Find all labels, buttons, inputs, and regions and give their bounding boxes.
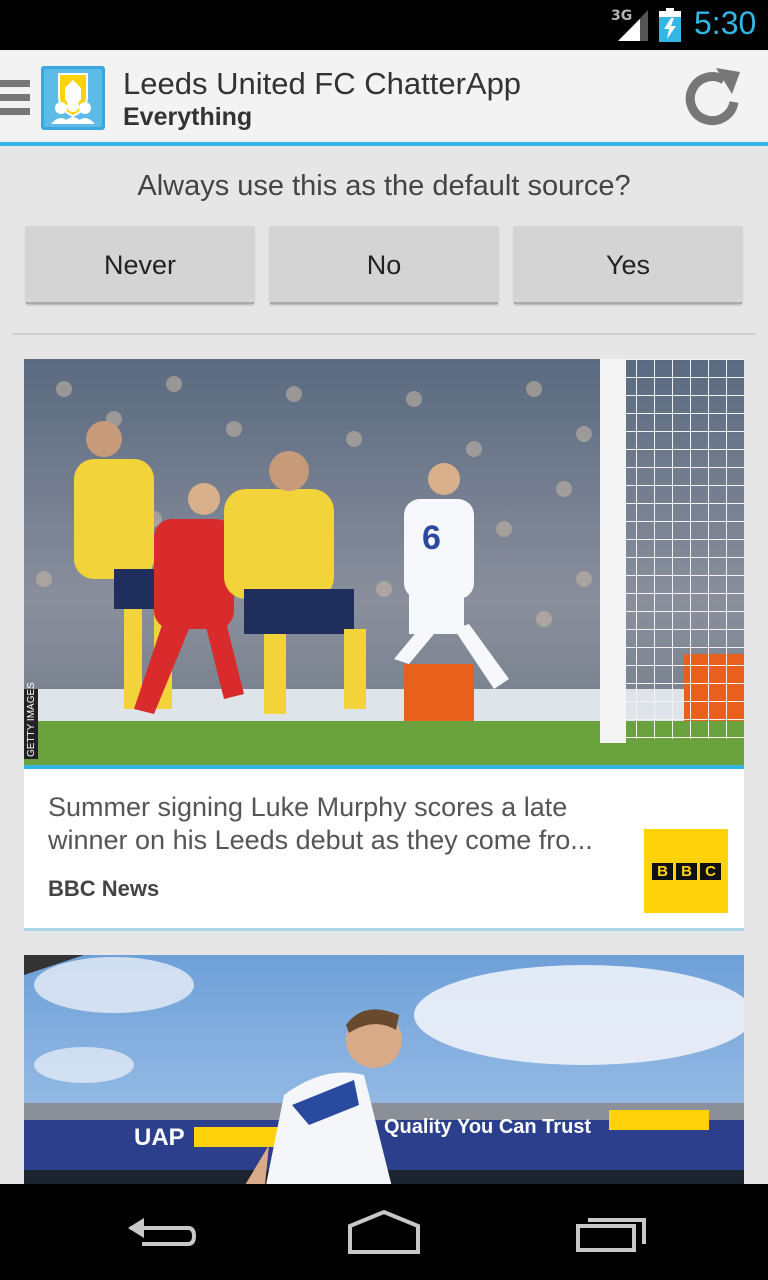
divider xyxy=(12,333,756,335)
news-card[interactable]: 6 GETTY IMAGES Summer signing Luke Murph… xyxy=(24,359,744,931)
yes-button[interactable]: Yes xyxy=(514,226,742,304)
bbc-logo-icon: B B C xyxy=(644,829,728,913)
refresh-icon[interactable] xyxy=(680,64,746,130)
svg-text:6: 6 xyxy=(422,519,441,557)
status-bar: 3G 5:30 xyxy=(0,0,768,50)
bbc-logo-letter: B xyxy=(652,863,673,880)
headline-line-2: winner on his Leeds debut as they come f… xyxy=(48,825,593,855)
app-title: Leeds United FC ChatterApp xyxy=(123,66,522,101)
never-button[interactable]: Never xyxy=(26,226,254,304)
navigation-bar xyxy=(0,1184,768,1280)
back-icon[interactable] xyxy=(120,1204,200,1260)
battery-charging-icon xyxy=(659,8,681,42)
app-logo-icon[interactable] xyxy=(41,66,105,130)
news-photo[interactable]: UAP Quality You Can Trust xyxy=(24,955,744,1195)
home-icon[interactable] xyxy=(344,1204,424,1260)
news-card[interactable]: UAP Quality You Can Trust xyxy=(24,955,744,1195)
default-source-question: Always use this as the default source? xyxy=(137,170,631,202)
drawer-menu-icon[interactable] xyxy=(0,78,32,118)
source-name: BBC News xyxy=(48,876,160,901)
action-bar: Leeds United FC ChatterApp Everything xyxy=(0,50,768,146)
svg-text:UAP: UAP xyxy=(134,1124,185,1151)
bbc-logo-letter: B xyxy=(676,863,697,880)
headline[interactable]: Summer signing Luke Murphy scores a late… xyxy=(48,791,618,857)
image-credit: GETTY IMAGES xyxy=(26,682,37,757)
news-photo[interactable]: 6 GETTY IMAGES xyxy=(24,359,744,765)
no-button[interactable]: No xyxy=(270,226,498,304)
bbc-logo-letter: C xyxy=(700,863,721,880)
signal-icon xyxy=(618,10,648,41)
headline-line-1: Summer signing Luke Murphy scores a late xyxy=(48,792,568,822)
stadium-banner: Quality You Can Trust xyxy=(384,1116,591,1138)
image-separator xyxy=(24,765,744,769)
recent-apps-icon[interactable] xyxy=(570,1204,650,1260)
clock: 5:30 xyxy=(694,5,757,41)
source-filter-subtitle[interactable]: Everything xyxy=(123,103,252,132)
